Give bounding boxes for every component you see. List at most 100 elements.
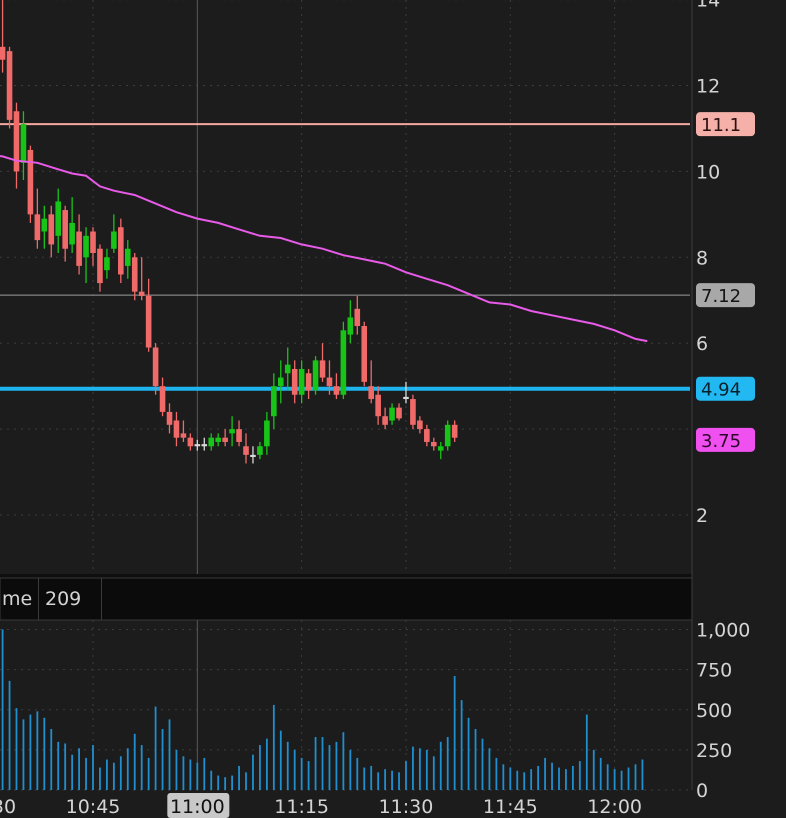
price-tag-label: 7.12	[701, 286, 741, 307]
candle-body	[180, 433, 187, 438]
volume-bar	[279, 730, 282, 790]
volume-bar	[432, 756, 435, 790]
volume-bar	[22, 719, 25, 790]
volume-bar	[578, 761, 581, 790]
volume-bar	[182, 756, 185, 790]
candle-body	[257, 446, 263, 455]
volume-bar	[627, 767, 630, 790]
volume-bar	[112, 762, 115, 790]
volume-bar	[57, 741, 60, 790]
candle-body	[250, 454, 256, 458]
candle-body	[97, 248, 103, 284]
volume-bar	[495, 757, 498, 790]
volume-bar	[418, 748, 421, 790]
time-tick-label: 10:30	[0, 796, 16, 818]
candle-body	[152, 347, 159, 387]
price-tag-label: 11.1	[701, 115, 741, 136]
volume-bar	[599, 757, 602, 790]
volume-bar	[71, 754, 74, 790]
volume-value-text: 209	[45, 588, 82, 610]
volume-bar	[606, 764, 609, 790]
candle-body	[417, 420, 423, 430]
volume-tick-label: 0	[696, 780, 708, 802]
volume-bar	[474, 729, 477, 790]
time-tick-label: 11:45	[483, 796, 538, 818]
volume-bar	[119, 756, 122, 790]
candle-body	[138, 291, 145, 296]
volume-study-label[interactable]: me	[0, 578, 39, 620]
volume-bar	[502, 764, 505, 790]
time-tick-label: 11:00	[170, 796, 225, 818]
candle-body	[291, 368, 298, 395]
volume-bar	[147, 757, 150, 790]
candle-body	[90, 231, 96, 254]
volume-tick-label: 250	[696, 740, 732, 762]
candle-body	[222, 437, 228, 442]
candle-body	[229, 429, 235, 434]
candle-body	[333, 386, 340, 395]
volume-study-name: me	[2, 588, 33, 610]
volume-bar	[189, 759, 192, 790]
volume-bar	[363, 767, 366, 790]
candle-body	[131, 257, 138, 292]
volume-bar	[175, 749, 178, 790]
candle-body	[201, 444, 208, 447]
volume-bar	[613, 769, 616, 790]
volume-bar	[342, 732, 345, 790]
candle-body	[340, 330, 347, 395]
volume-bar	[210, 770, 213, 790]
volume-bar	[196, 762, 199, 790]
candle-body	[173, 420, 180, 438]
time-tick-label: 10:45	[66, 796, 121, 818]
volume-bar	[161, 729, 164, 790]
volume-bar	[634, 764, 637, 790]
candle-body	[76, 231, 82, 266]
volume-bar	[245, 772, 247, 790]
volume-bar	[425, 749, 428, 790]
candle-body	[319, 360, 326, 378]
candle-body	[410, 399, 416, 425]
candle-body	[375, 394, 381, 417]
volume-bar	[106, 759, 108, 790]
candle-body	[437, 446, 444, 451]
candle-body	[187, 437, 194, 447]
candle-body	[451, 424, 458, 438]
volume-bar	[78, 748, 80, 790]
candle-body	[389, 407, 395, 421]
price-tag-label: 3.75	[701, 431, 741, 452]
candle-body	[62, 210, 68, 249]
volume-bar	[154, 706, 157, 790]
volume-bar	[516, 770, 519, 790]
volume-bar	[286, 741, 289, 790]
candle-body	[284, 364, 291, 374]
volume-tick-label: 750	[696, 660, 732, 682]
volume-bar	[43, 717, 46, 790]
candle-body	[0, 46, 6, 60]
candle-body	[104, 257, 110, 271]
volume-bar	[307, 761, 310, 790]
volume-bar	[446, 737, 449, 790]
volume-bar	[133, 733, 136, 790]
candle-body	[354, 308, 361, 327]
volume-tick-label: 1,000	[696, 620, 750, 642]
candle-body	[13, 111, 20, 172]
candle-body	[403, 396, 409, 400]
volume-bar	[92, 745, 94, 790]
candle-body	[368, 386, 374, 400]
volume-bar	[509, 767, 512, 790]
volume-bar	[272, 704, 275, 790]
candle-body	[55, 201, 62, 236]
volume-bar	[356, 757, 359, 790]
candle-body	[243, 446, 249, 455]
price-tick-label: 6	[696, 333, 708, 355]
price-tick-label: 8	[696, 247, 708, 269]
volume-bar	[321, 737, 324, 790]
candle-body	[424, 429, 430, 442]
volume-bar	[405, 761, 407, 790]
volume-bar	[217, 775, 220, 790]
candle-body	[34, 214, 41, 241]
volume-bar	[335, 741, 338, 790]
candle-body	[145, 295, 152, 348]
candle-body	[312, 360, 319, 391]
volume-bar	[592, 749, 595, 790]
